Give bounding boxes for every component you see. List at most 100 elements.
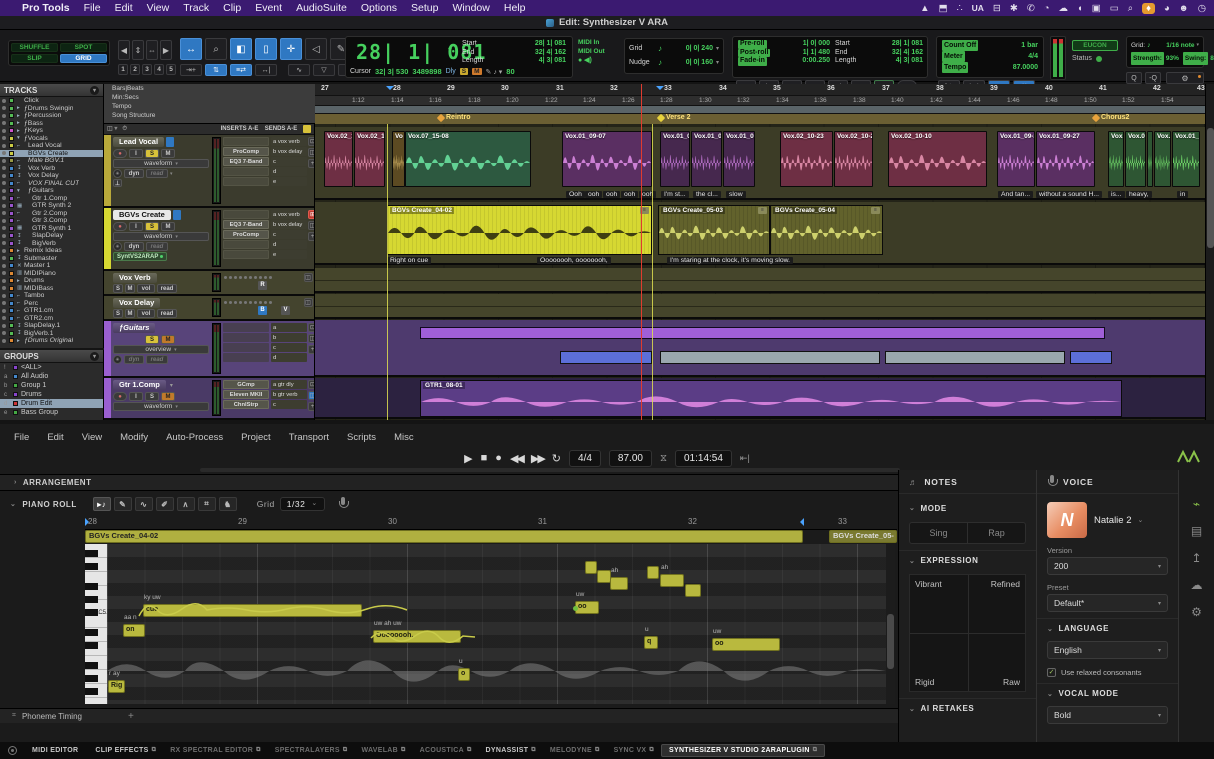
menu-item[interactable]: Transport bbox=[289, 432, 329, 443]
countoff-label[interactable]: Tempo bbox=[942, 62, 968, 73]
send-slot[interactable]: a vox verb bbox=[271, 210, 307, 219]
phoneme-timing-bar[interactable]: ⌗ Phoneme Timing + bbox=[0, 708, 898, 723]
audio-clip[interactable]: Vox.07_15-08 bbox=[405, 131, 531, 187]
track-visibility-dot[interactable] bbox=[2, 121, 6, 125]
ruler-name[interactable]: Song Structure bbox=[104, 111, 315, 120]
edit-option-button[interactable]: ⇥+ bbox=[180, 64, 202, 76]
mute-button[interactable]: M bbox=[161, 222, 175, 231]
insert-slot[interactable]: ChnlStrp bbox=[223, 400, 269, 409]
add-insert-icon[interactable]: + bbox=[308, 232, 315, 241]
side-panel-icon[interactable]: ▤ bbox=[1191, 524, 1202, 538]
ara-audio-clip[interactable]: BGVs Create_05-03 ≡ bbox=[658, 205, 770, 255]
menu-item[interactable]: Edit bbox=[47, 432, 63, 443]
version-select[interactable]: 200▾ bbox=[1047, 557, 1168, 575]
track-list-item[interactable]: ⌐ GTR2.cm bbox=[0, 315, 103, 323]
track-list-item[interactable]: ▸ ƒBass bbox=[0, 120, 103, 128]
song-marker[interactable]: Chorus2 bbox=[1093, 114, 1129, 121]
view-selector-icon[interactable]: ◫ ▾ ⏱ bbox=[104, 125, 216, 133]
edit-tool-button[interactable]: ↔ bbox=[180, 38, 202, 60]
side-panel-icon[interactable]: ↥ bbox=[1191, 551, 1201, 565]
track-list-item[interactable]: ⌐ Lead Vocal bbox=[0, 142, 103, 150]
menu-item[interactable]: Scripts bbox=[347, 432, 376, 443]
track-view-selector[interactable]: overview▾ bbox=[113, 345, 209, 354]
zoom-preset-button[interactable]: 3 bbox=[142, 64, 152, 75]
group-list-item[interactable]: ! <ALL> bbox=[0, 363, 103, 372]
piano-note[interactable]: u q bbox=[644, 636, 658, 649]
track-list-item[interactable]: ⌐ Male BGV.1 bbox=[0, 157, 103, 165]
lyric-label[interactable]: Rig bbox=[111, 682, 122, 689]
status-icon[interactable]: ☁ bbox=[1059, 3, 1069, 14]
folder-overview-block[interactable] bbox=[660, 351, 880, 364]
track-list-item[interactable]: ↧ SlapDelay bbox=[0, 232, 103, 240]
mode-sing-button[interactable]: Sing bbox=[910, 523, 968, 543]
track-list-item[interactable]: ⌐ VOX FINAL CUT bbox=[0, 180, 103, 188]
track-visibility-dot[interactable] bbox=[2, 301, 6, 305]
dyn-button[interactable]: dyn bbox=[124, 169, 144, 178]
insert-slot[interactable]: ProComp bbox=[223, 230, 269, 239]
insert-slot[interactable] bbox=[223, 250, 269, 259]
window-tab[interactable]: WAVELAB ⧉ bbox=[354, 745, 412, 756]
track-visibility-dot[interactable] bbox=[2, 279, 6, 283]
insert-slot[interactable]: ProComp bbox=[223, 147, 269, 156]
ruler-name[interactable]: Tempo bbox=[104, 102, 315, 111]
metronome-icon[interactable]: ⧖ bbox=[660, 453, 667, 464]
audio-clip[interactable]: GTR1_08-01 bbox=[420, 380, 1122, 417]
send-slot[interactable]: e bbox=[271, 177, 307, 186]
mute-button[interactable]: M bbox=[161, 149, 175, 158]
song-marker[interactable]: Verse 2 bbox=[658, 114, 691, 121]
phoneme-label[interactable]: aa n bbox=[124, 614, 137, 621]
lane-lead-vocal[interactable]: Vox.02_1 Vox.02_1 Vo Vox.07_15-08 Vox.01… bbox=[315, 127, 1205, 200]
track-visibility-dot[interactable] bbox=[2, 324, 6, 328]
menu-item[interactable]: Track bbox=[183, 2, 209, 14]
status-icon[interactable]: ▲ bbox=[920, 3, 929, 14]
solo-button[interactable]: S bbox=[145, 222, 159, 231]
piano-note[interactable]: uw oo bbox=[712, 638, 780, 651]
menu-item[interactable]: Setup bbox=[411, 2, 438, 14]
status-icon[interactable]: ▭ bbox=[1110, 3, 1119, 14]
playhead[interactable] bbox=[641, 84, 642, 420]
track-name-button[interactable]: Lead Vocal bbox=[113, 137, 164, 147]
quantize-settings-button[interactable]: ⚙ bbox=[1166, 72, 1204, 84]
audio-clip[interactable]: Vox.0 bbox=[1125, 131, 1146, 187]
track-freeze-icon[interactable]: ◫ bbox=[304, 298, 313, 307]
send-slot[interactable]: d bbox=[271, 240, 307, 249]
group-list-item[interactable]: b Group 1 bbox=[0, 381, 103, 390]
mute-button[interactable]: M bbox=[125, 284, 135, 293]
ruler-name[interactable]: Min:Secs bbox=[104, 93, 315, 102]
insert-slot[interactable]: EQ3 7-Band bbox=[223, 157, 269, 166]
folder-overview-block[interactable] bbox=[560, 351, 652, 364]
phoneme-label[interactable]: uw bbox=[713, 628, 721, 635]
roll-label[interactable]: Pre-roll bbox=[738, 40, 767, 49]
ara-clip-icon[interactable]: ≡ bbox=[871, 207, 880, 214]
track-list-item[interactable]: ↧ Vox Delay bbox=[0, 172, 103, 180]
menu-item[interactable]: View bbox=[147, 2, 170, 14]
edit-tool-button[interactable]: ◧ bbox=[230, 38, 252, 60]
voice-selector[interactable]: N Natalie 2⌄ bbox=[1047, 502, 1168, 538]
edit-mode-button[interactable]: SHUFFLE bbox=[11, 43, 58, 52]
track-visibility-dot[interactable] bbox=[2, 339, 6, 343]
track-list-item[interactable]: ▸ Drums bbox=[0, 277, 103, 285]
arrangement-header[interactable]: ›ARRANGEMENT bbox=[0, 474, 898, 491]
piano-roll-tool[interactable]: ✐ bbox=[156, 497, 174, 511]
piano-note[interactable]: r ay Rig bbox=[108, 680, 125, 693]
track-list-item[interactable]: ▸ ƒDrums Swingin bbox=[0, 105, 103, 113]
menu-item[interactable]: Window bbox=[453, 2, 490, 14]
phoneme-label[interactable]: uw ah uw bbox=[374, 620, 401, 627]
group-list-item[interactable]: d Drum Edit bbox=[0, 399, 103, 408]
sends-column-header[interactable]: SENDS A-E bbox=[263, 126, 299, 132]
track-visibility-dot[interactable] bbox=[2, 264, 6, 268]
menu-item[interactable]: Clip bbox=[223, 2, 241, 14]
bars-ruler[interactable]: 2728293031323334353637383940414243 bbox=[315, 84, 1214, 96]
track-visibility-dot[interactable] bbox=[2, 106, 6, 110]
countoff-label[interactable]: Count Off bbox=[942, 40, 978, 51]
lyric-label[interactable]: oo bbox=[715, 640, 724, 647]
solo-button[interactable]: S bbox=[145, 392, 159, 401]
automation-mode-button[interactable]: read bbox=[146, 242, 168, 251]
piano-roll-canvas[interactable]: ky uw cue aa n on uw ah uw Oooooooh, u o… bbox=[107, 544, 886, 704]
audio-clip[interactable]: Vox.01_09-07 bbox=[562, 131, 652, 187]
dly-indicator[interactable]: Dly bbox=[446, 68, 456, 75]
grid-value-dropdown[interactable]: ▾ bbox=[1196, 39, 1199, 52]
record-enable-button[interactable]: ● bbox=[113, 392, 127, 401]
track-freeze-icon[interactable]: ◫ bbox=[308, 148, 315, 157]
status-icon[interactable]: ◖ bbox=[1077, 3, 1083, 14]
